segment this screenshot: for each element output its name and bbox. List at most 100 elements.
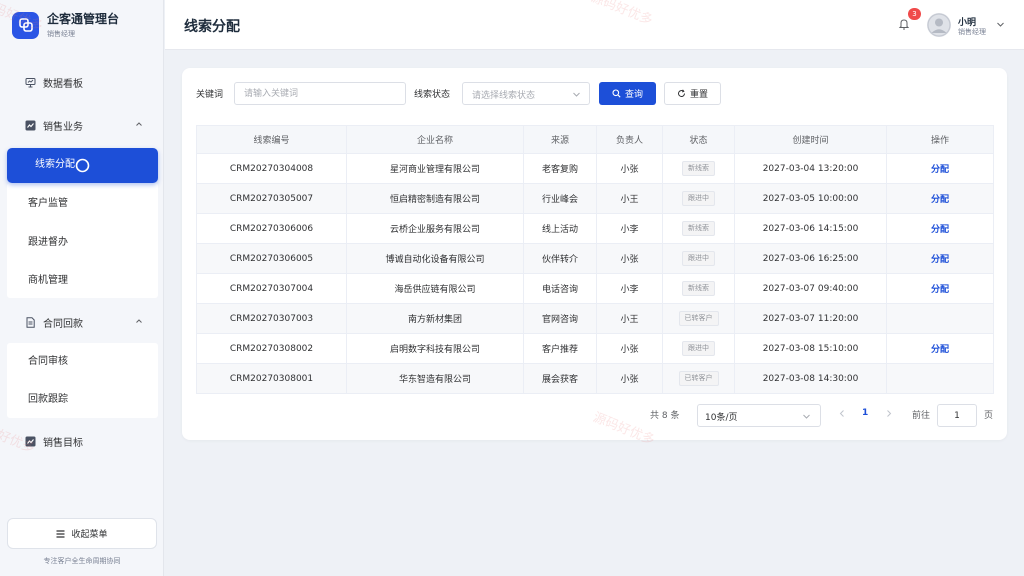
created-time: 2027-03-06 16:25:00 [734,243,887,274]
collapse-menu-label: 收起菜单 [71,530,108,540]
assign-link[interactable]: 分配 [931,345,949,355]
keyword-label: 关键词 [196,90,224,100]
page-number-current[interactable]: 1 [862,408,868,418]
lead-source: 电话咨询 [523,273,597,304]
column-header: 线索编号 [196,125,347,154]
page-size-select[interactable]: 10条/页 [697,404,821,427]
lead-owner: 小张 [596,243,663,274]
lead-owner: 小王 [596,303,663,334]
app-logo-icon [12,11,39,39]
created-time: 2027-03-08 14:30:00 [734,363,887,394]
column-header: 创建时间 [734,125,887,154]
company-name: 星河商业管理有限公司 [346,153,524,184]
sidebar-footer: 专注客户全生命周期协同 [43,557,121,565]
user-role: 销售经理 [958,28,986,36]
status-badge: 已转客户 [678,371,719,386]
created-time: 2027-03-07 11:20:00 [734,303,887,334]
page-suffix: 页 [984,411,994,421]
sidebar-item-payment-tracking[interactable]: 回款跟踪 [28,393,68,407]
table-row: CRM20270305007 恒启精密制造有限公司 行业峰会 小王 跟进中 20… [196,183,994,214]
sidebar-item-lead-assignment[interactable]: 线索分配 [7,148,158,183]
collapse-menu-button[interactable]: 收起菜单 [7,518,157,549]
lead-list-card: 关键词 线索状态 请选择线索状态 查询 重置 线索编号 企业名称 来源 负责人 … [182,68,1007,440]
sidebar-group-sales[interactable]: 销售业务 [0,115,164,135]
search-icon [612,89,621,98]
sidebar-item-follow-up[interactable]: 跟进督办 [28,236,68,250]
sidebar-group-targets[interactable]: 销售目标 [0,431,164,451]
chevron-right-icon[interactable] [884,409,893,418]
status-label: 线索状态 [414,90,451,100]
company-name: 华东智造有限公司 [346,363,524,394]
lead-source: 官网咨询 [523,303,597,334]
company-name: 恒启精密制造有限公司 [346,183,524,214]
lead-id: CRM20270306005 [196,243,347,274]
lead-id: CRM20270308002 [196,333,347,364]
column-header: 来源 [523,125,597,154]
assign-link[interactable]: 分配 [931,165,949,175]
sidebar-item-customer-supervision[interactable]: 客户监管 [28,197,68,211]
app-subtitle: 销售经理 [47,29,75,38]
company-name: 南方新材集团 [346,303,524,334]
company-name: 启明数字科技有限公司 [346,333,524,364]
created-time: 2027-03-05 10:00:00 [734,183,887,214]
document-icon [25,316,36,328]
query-button[interactable]: 查询 [599,82,656,105]
pagination-total: 共 8 条 [650,411,680,421]
app-title: 企客通管理台 [47,11,120,26]
reset-button[interactable]: 重置 [664,82,721,105]
chevron-down-icon[interactable] [996,20,1005,29]
refresh-icon [677,89,686,98]
column-header: 企业名称 [346,125,524,154]
chevron-up-icon [136,319,142,323]
lead-id: CRM20270305007 [196,183,347,214]
chart-box-icon [25,120,36,131]
status-select[interactable]: 请选择线索状态 [462,82,590,105]
assign-link[interactable]: 分配 [931,255,949,265]
lead-owner: 小李 [596,213,663,244]
column-header: 操作 [886,125,994,154]
status-badge: 已转客户 [678,311,719,326]
lead-id: CRM20270304008 [196,153,347,184]
created-time: 2027-03-06 14:15:00 [734,213,887,244]
sidebar-item-label: 线索分配 [35,159,75,170]
assign-link[interactable]: 分配 [931,195,949,205]
table-row: CRM20270308001 华东智造有限公司 展会获客 小张 已转客户 202… [196,363,994,394]
table-header-row: 线索编号 企业名称 来源 负责人 状态 创建时间 操作 [196,125,994,154]
sidebar-item-dashboard[interactable]: 数据看板 [0,72,164,92]
avatar[interactable] [927,13,951,37]
status-badge: 跟进中 [682,341,715,356]
sidebar-item-opportunities[interactable]: 商机管理 [28,274,68,288]
sidebar-item-label: 数据看板 [43,78,83,90]
company-name: 海岳供应链有限公司 [346,273,524,304]
keyword-input[interactable] [234,82,406,105]
column-header: 状态 [662,125,735,154]
sidebar: 企客通管理台 销售经理 数据看板 销售业务 线索分配 客户监管 跟进督办 商机管… [0,0,164,576]
status-badge: 跟进中 [682,191,715,206]
empty-action-cell [886,303,994,334]
table-row: CRM20270306006 云桥企业服务有限公司 线上活动 小李 新线索 20… [196,213,994,244]
reset-button-label: 重置 [689,90,708,100]
assign-link[interactable]: 分配 [931,285,949,295]
sidebar-group-label: 销售业务 [43,121,83,133]
assign-link[interactable]: 分配 [931,225,949,235]
table-row: CRM20270308002 启明数字科技有限公司 客户推荐 小张 跟进中 20… [196,333,994,364]
sidebar-group-contracts[interactable]: 合同回款 [0,312,164,332]
goto-page-input[interactable] [937,404,977,427]
sidebar-group-label: 销售目标 [43,437,83,449]
bell-icon[interactable] [898,17,910,31]
created-time: 2027-03-04 13:20:00 [734,153,887,184]
lead-source: 伙伴转介 [523,243,597,274]
lead-owner: 小张 [596,363,663,394]
page-size-value: 10条/页 [705,413,738,423]
lead-table: 线索编号 企业名称 来源 负责人 状态 创建时间 操作 CRM202703040… [196,125,994,394]
table-row: CRM20270307004 海岳供应链有限公司 电话咨询 小李 新线索 202… [196,273,994,304]
lead-id: CRM20270307004 [196,273,347,304]
lead-source: 线上活动 [523,213,597,244]
goto-label: 前往 [912,411,931,421]
chevron-left-icon[interactable] [838,409,847,418]
chevron-down-icon [573,92,580,97]
empty-action-cell [886,363,994,394]
status-badge: 新线索 [682,221,715,236]
sidebar-item-contract-review[interactable]: 合同审核 [28,355,68,369]
status-badge: 跟进中 [682,251,715,266]
